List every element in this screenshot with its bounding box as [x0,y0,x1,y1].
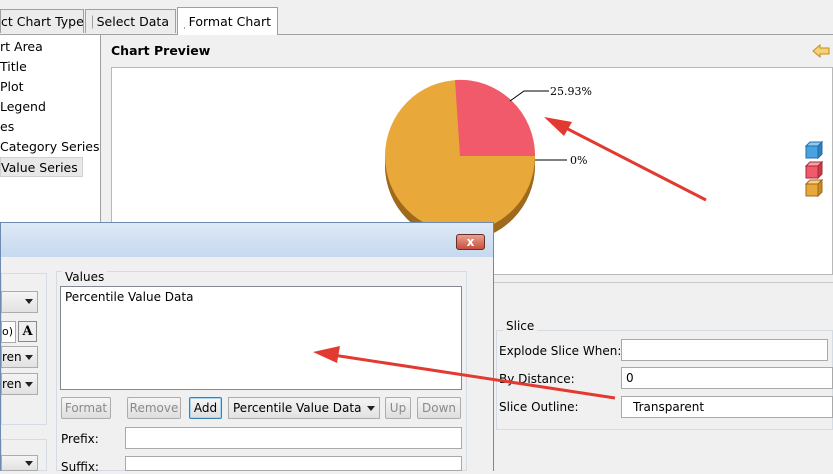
tree-item-label: rt Area [0,39,43,54]
left-combo-1-value: ren [2,350,22,364]
legend-cube-red-icon [804,160,824,180]
close-icon: x [466,235,475,249]
chevron-down-icon [25,382,33,387]
tree-item-label: es [0,119,15,134]
values-list-item[interactable]: Percentile Value Data [65,290,457,304]
tab-label: ct Chart Type [1,14,84,29]
values-combo-value: Percentile Value Data [233,401,362,415]
chevron-down-icon [25,355,33,360]
select-data-icon [92,15,93,28]
tree-item-value-series[interactable]: Value Series [0,157,83,177]
tab-label: Select Data [96,14,169,29]
tree-item-title[interactable]: Title [0,57,27,77]
font-button[interactable]: A [18,321,37,342]
add-button[interactable]: Add [189,397,222,419]
left-combo-1[interactable]: ren [1,346,38,368]
values-label: Values [62,270,108,284]
tree-item-legend[interactable]: Legend [0,97,46,117]
leader-line-top [509,90,549,102]
chevron-down-icon [367,406,375,411]
tab-format-chart[interactable]: Format Chart [177,7,278,35]
slice-outline-field[interactable]: Transparent [621,396,833,418]
values-list[interactable]: Percentile Value Data [60,286,462,390]
legend-cube-orange-icon [804,178,824,198]
dialog-titlebar[interactable] [1,223,493,257]
tab-select-data[interactable]: Select Data [85,9,176,33]
up-button-label: Up [389,401,407,415]
font-a-icon: A [22,324,33,339]
left-expression-field[interactable]: o) [1,321,16,343]
tab-bar: ct Chart Type Select Data Format Chart [0,0,833,35]
close-button[interactable]: x [456,234,485,250]
tree-item-series[interactable]: es [0,117,14,137]
legend-cube-blue-icon [804,140,824,160]
add-button-label: Add [193,401,218,415]
remove-button-label: Remove [129,401,179,415]
chart-preview-title: Chart Preview [111,43,211,58]
tree-item-chart-area[interactable]: rt Area [0,37,43,57]
left-combo-top[interactable] [1,291,38,313]
down-button[interactable]: Down [417,397,461,419]
left-combo-lower[interactable] [1,455,38,471]
tree-item-plot[interactable]: Plot [0,77,24,97]
legend [804,140,824,198]
format-tree: rt Area Title Plot Legend es Category Se… [0,35,101,225]
tab-chart-type[interactable]: ct Chart Type [0,9,84,33]
suffix-field[interactable] [125,456,462,471]
chevron-down-icon [25,299,33,304]
by-distance-label: By Distance: [499,372,575,386]
prefix-label: Prefix: [61,432,99,446]
tree-item-label: Plot [0,79,24,94]
tree-item-category-series[interactable]: Category Series [0,137,100,157]
data-label-right: 0% [570,154,587,167]
explode-slice-label: Explode Slice When: [499,344,622,358]
tab-label: Format Chart [188,14,271,29]
tree-item-label: Legend [0,99,46,114]
slice-group-label: Slice [503,319,538,333]
chevron-down-icon [25,461,33,466]
tree-item-label: Value Series [1,160,78,175]
format-button[interactable]: Format [61,397,111,419]
tree-item-label: Category Series [0,139,100,154]
tree-item-label: Title [0,59,27,74]
suffix-label: Suffix: [61,460,99,474]
up-button[interactable]: Up [385,397,411,419]
by-distance-field[interactable]: 0 [621,367,833,389]
format-chart-icon [184,27,185,28]
back-arrow-icon[interactable] [812,44,830,58]
slice-outline-label: Slice Outline: [499,400,579,414]
left-combo-2[interactable]: ren [1,373,38,395]
data-label-top: 25.93% [550,85,592,98]
down-button-label: Down [421,401,456,415]
values-combo[interactable]: Percentile Value Data [228,397,380,419]
format-button-label: Format [64,401,108,415]
left-combo-2-value: ren [2,377,22,391]
remove-button[interactable]: Remove [127,397,181,419]
prefix-field[interactable] [125,427,462,449]
explode-slice-field[interactable] [621,339,828,361]
